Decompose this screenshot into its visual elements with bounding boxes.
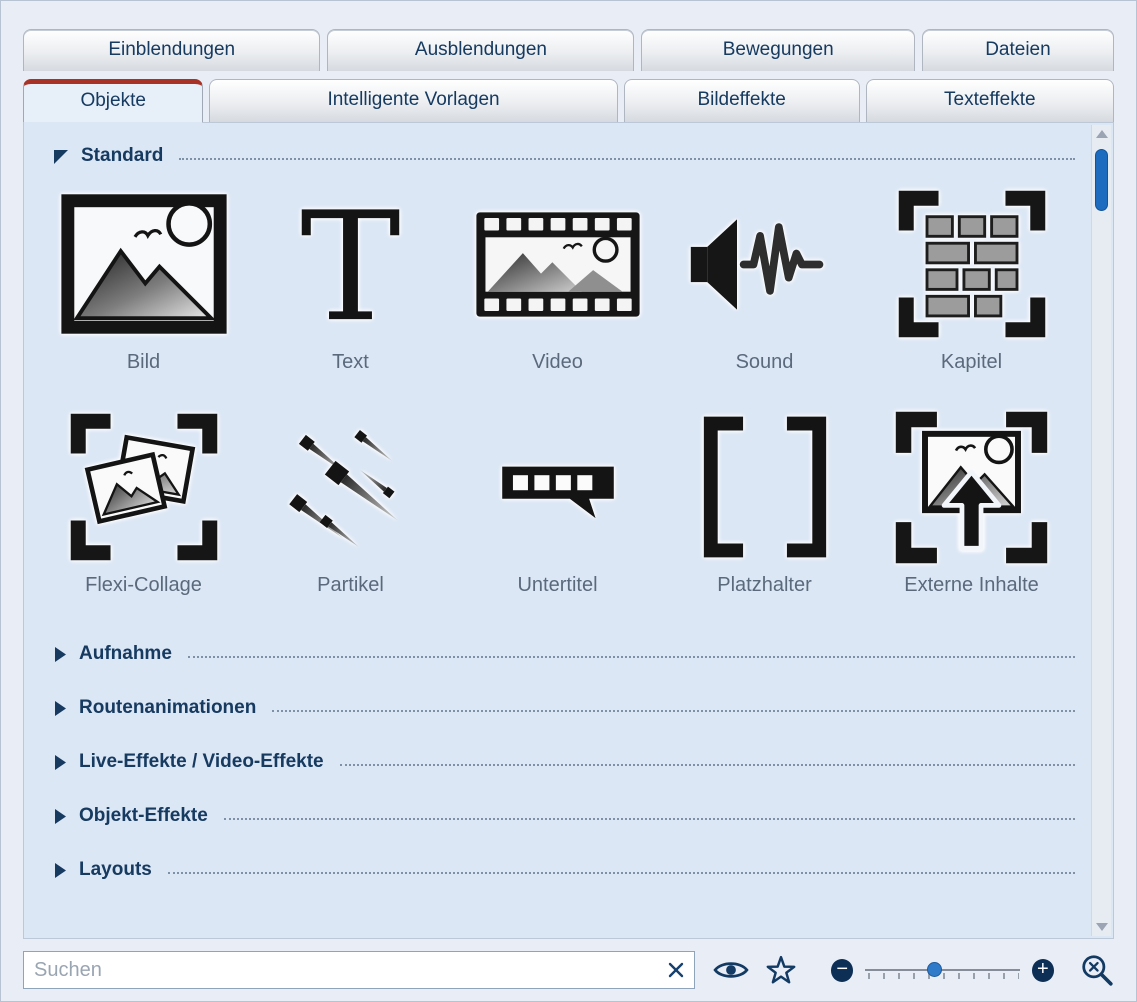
section-header-routenanimationen[interactable]: Routenanimationen bbox=[52, 681, 1075, 735]
tab-ausblendungen[interactable]: Ausblendungen bbox=[327, 29, 634, 71]
tile-partikel[interactable]: Partikel bbox=[247, 408, 454, 597]
dotted-leader bbox=[272, 710, 1075, 712]
tile-label: Externe Inhalte bbox=[904, 574, 1039, 597]
slider-ticks bbox=[868, 973, 1018, 979]
scroll-up-icon[interactable] bbox=[1092, 125, 1112, 143]
tile-sound[interactable]: Sound bbox=[661, 185, 868, 374]
tile-label: Text bbox=[332, 351, 369, 374]
magnifier-reset-icon[interactable] bbox=[1080, 953, 1114, 987]
placeholder-icon bbox=[690, 408, 840, 566]
tile-label: Platzhalter bbox=[717, 574, 812, 597]
object-grid: Bild T Text bbox=[40, 185, 1075, 597]
tab-einblendungen[interactable]: Einblendungen bbox=[23, 29, 320, 71]
tile-kapitel[interactable]: Kapitel bbox=[868, 185, 1075, 374]
tile-untertitel[interactable]: Untertitel bbox=[454, 408, 661, 597]
collapsed-section-list: Aufnahme Routenanimationen Live-Effekte … bbox=[38, 627, 1077, 897]
zoom-slider[interactable] bbox=[865, 956, 1019, 984]
vertical-scrollbar[interactable] bbox=[1091, 125, 1111, 936]
collapse-triangle-icon bbox=[52, 148, 69, 165]
tab-texteffekte[interactable]: Texteffekte bbox=[866, 79, 1114, 122]
subtitle-icon bbox=[488, 408, 628, 566]
section-header-layouts[interactable]: Layouts bbox=[52, 843, 1075, 897]
sound-icon bbox=[682, 185, 847, 343]
scrollbar-thumb[interactable] bbox=[1095, 149, 1108, 211]
clear-icon[interactable] bbox=[666, 960, 686, 980]
tile-label: Kapitel bbox=[941, 351, 1002, 374]
section-label: Routenanimationen bbox=[79, 697, 256, 719]
tab-row-secondary: Einblendungen Ausblendungen Bewegungen D… bbox=[1, 1, 1136, 71]
particle-icon bbox=[281, 408, 421, 566]
svg-text:T: T bbox=[300, 190, 400, 338]
tile-label: Untertitel bbox=[517, 574, 597, 597]
tab-dateien[interactable]: Dateien bbox=[922, 29, 1114, 71]
expand-triangle-icon bbox=[52, 646, 67, 663]
section-label: Layouts bbox=[79, 859, 152, 881]
tile-externe-inhalte[interactable]: Externe Inhalte bbox=[868, 408, 1075, 597]
search-field[interactable] bbox=[23, 951, 695, 989]
section-label: Aufnahme bbox=[79, 643, 172, 665]
slider-track bbox=[865, 969, 1019, 971]
flexi-collage-icon bbox=[69, 408, 219, 566]
section-header-standard[interactable]: Standard bbox=[52, 145, 1075, 167]
section-label: Standard bbox=[81, 145, 163, 167]
video-icon bbox=[473, 185, 643, 343]
section-header-objekt-effekte[interactable]: Objekt-Effekte bbox=[52, 789, 1075, 843]
tile-label: Video bbox=[532, 351, 583, 374]
expand-triangle-icon bbox=[52, 808, 67, 825]
tab-bewegungen[interactable]: Bewegungen bbox=[641, 29, 914, 71]
expand-triangle-icon bbox=[52, 700, 67, 717]
dotted-leader bbox=[168, 872, 1075, 874]
dotted-leader bbox=[179, 158, 1075, 160]
dotted-leader bbox=[340, 764, 1075, 766]
scroll-down-icon[interactable] bbox=[1092, 918, 1112, 936]
search-input[interactable] bbox=[34, 959, 666, 982]
section-label: Objekt-Effekte bbox=[79, 805, 208, 827]
dotted-leader bbox=[188, 656, 1075, 658]
external-content-icon bbox=[894, 408, 1049, 566]
section-header-live-effekte[interactable]: Live-Effekte / Video-Effekte bbox=[52, 735, 1075, 789]
footer-bar: − + bbox=[1, 939, 1136, 1001]
content-panel: Standard bbox=[23, 122, 1114, 939]
eye-icon[interactable] bbox=[713, 957, 749, 983]
expand-triangle-icon bbox=[52, 862, 67, 879]
zoom-out-icon[interactable]: − bbox=[831, 959, 853, 982]
scrollbar-track[interactable] bbox=[1092, 143, 1111, 918]
tile-text[interactable]: T Text bbox=[247, 185, 454, 374]
tile-label: Flexi-Collage bbox=[85, 574, 202, 597]
tile-label: Sound bbox=[736, 351, 794, 374]
tab-objekte[interactable]: Objekte bbox=[23, 79, 203, 123]
section-header-aufnahme[interactable]: Aufnahme bbox=[52, 627, 1075, 681]
section-label: Live-Effekte / Video-Effekte bbox=[79, 751, 324, 773]
tile-flexi-collage[interactable]: Flexi-Collage bbox=[40, 408, 247, 597]
tile-bild[interactable]: Bild bbox=[40, 185, 247, 374]
tab-bildeffekte[interactable]: Bildeffekte bbox=[624, 79, 860, 122]
chapter-icon bbox=[897, 185, 1047, 343]
tile-video[interactable]: Video bbox=[454, 185, 661, 374]
tab-row-primary: Objekte Intelligente Vorlagen Bildeffekt… bbox=[1, 79, 1136, 122]
star-icon[interactable] bbox=[765, 954, 797, 986]
zoom-in-icon[interactable]: + bbox=[1032, 959, 1054, 982]
tab-intelligente-vorlagen[interactable]: Intelligente Vorlagen bbox=[209, 79, 617, 122]
tile-label: Bild bbox=[127, 351, 160, 374]
image-icon bbox=[60, 185, 228, 343]
toolbox-panel: Einblendungen Ausblendungen Bewegungen D… bbox=[0, 0, 1137, 1002]
text-icon: T bbox=[290, 185, 411, 343]
slider-thumb[interactable] bbox=[927, 962, 942, 977]
expand-triangle-icon bbox=[52, 754, 67, 771]
tile-label: Partikel bbox=[317, 574, 384, 597]
dotted-leader bbox=[224, 818, 1075, 820]
tile-platzhalter[interactable]: Platzhalter bbox=[661, 408, 868, 597]
